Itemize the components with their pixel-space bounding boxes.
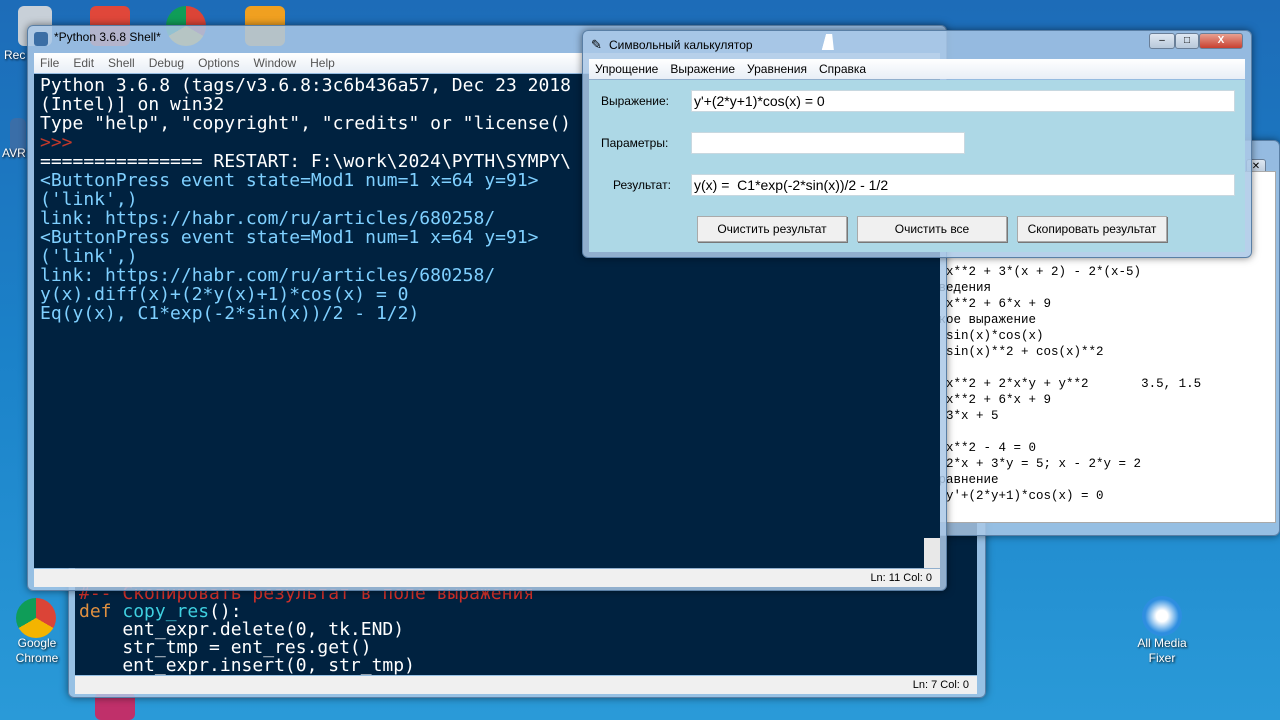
desktop-label-rec: Rec xyxy=(4,48,26,62)
parameters-input[interactable] xyxy=(691,132,965,154)
parameters-label: Параметры: xyxy=(601,136,669,150)
maximize-button[interactable]: □ xyxy=(1175,33,1199,49)
shell-line: Eq(y(x), C1*exp(-2*sin(x))/2 - 1/2) xyxy=(40,303,420,324)
calc-menu-item[interactable]: Уравнения xyxy=(747,62,807,76)
calc-title: Символьный калькулятор xyxy=(609,38,753,52)
shell-menu-options[interactable]: Options xyxy=(198,56,239,70)
calc-menu-item[interactable]: Упрощение xyxy=(595,62,658,76)
expression-input[interactable]: y'+(2*y+1)*cos(x) = 0 xyxy=(691,90,1235,112)
result-output[interactable]: y(x) = C1*exp(-2*sin(x))/2 - 1/2 xyxy=(691,174,1235,196)
clear-all-button[interactable]: Очистить все xyxy=(857,216,1007,242)
minimize-button[interactable]: – xyxy=(1149,33,1175,49)
shell-menu-help[interactable]: Help xyxy=(310,56,335,70)
shell-line: link: https://habr.com/ru/articles/68025… xyxy=(40,265,496,286)
clear-result-button[interactable]: Очистить результат xyxy=(697,216,847,242)
shell-menu-debug[interactable]: Debug xyxy=(149,56,184,70)
copy-result-button[interactable]: Скопировать результат xyxy=(1017,216,1167,242)
close-button[interactable]: X xyxy=(1199,33,1243,49)
calc-menu-bar: Упрощение Выражение Уравнения Справка xyxy=(589,59,1245,79)
calc-body: Выражение: y'+(2*y+1)*cos(x) = 0 Парамет… xyxy=(589,80,1245,252)
shell-title: *Python 3.6.8 Shell* xyxy=(54,30,161,44)
desktop-label-chrome: Google Chrome xyxy=(15,636,59,665)
feather-icon: ✎ xyxy=(591,37,602,52)
result-label: Результат: xyxy=(613,178,671,192)
shell-status-bar: Ln: 11 Col: 0 xyxy=(34,569,940,587)
shell-menu-edit[interactable]: Edit xyxy=(73,56,94,70)
calculator-window[interactable]: ✎ Символьный калькулятор – □ X Упрощение… xyxy=(582,30,1252,258)
python-icon xyxy=(34,32,48,46)
calc-menu-item[interactable]: Справка xyxy=(819,62,866,76)
calc-menu-item[interactable]: Выражение xyxy=(670,62,735,76)
shell-line: y(x).diff(x)+(2*y(x)+1)*cos(x) = 0 xyxy=(40,284,409,305)
all-media-fixer-icon[interactable] xyxy=(1142,596,1182,636)
editor-status-bar: Ln: 7 Col: 0 xyxy=(75,676,977,694)
code-line: ent_expr.insert(0, str_tmp) xyxy=(79,655,415,675)
chrome-icon[interactable] xyxy=(16,598,56,638)
shell-menu-shell[interactable]: Shell xyxy=(108,56,135,70)
desktop-label-all-media-fixer: All Media Fixer xyxy=(1137,636,1187,665)
desktop-label-avr: AVR xyxy=(2,146,26,160)
shell-scrollbar[interactable] xyxy=(924,538,940,568)
expression-label: Выражение: xyxy=(601,94,670,108)
shell-menu-window[interactable]: Window xyxy=(253,56,296,70)
shell-menu-file[interactable]: File xyxy=(40,56,59,70)
